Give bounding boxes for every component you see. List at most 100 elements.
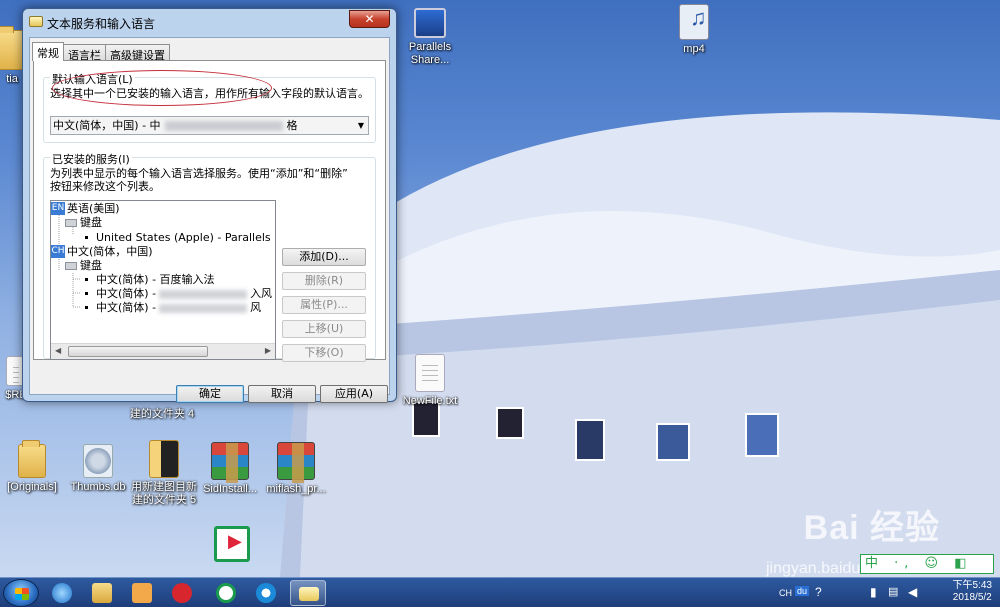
desktop-icon-app[interactable] bbox=[194, 526, 270, 565]
tab-advanced-key-settings[interactable]: 高级键设置 bbox=[105, 44, 170, 62]
desktop-icon-folder4[interactable]: 建的文件夹 4 bbox=[124, 408, 200, 421]
desktop-icon-mp4[interactable]: mp4 bbox=[656, 4, 732, 56]
video-app-icon bbox=[216, 583, 236, 603]
tree-item-label: 中文(简体) - bbox=[96, 287, 157, 300]
default-language-group: 默认输入语言(L) 选择其中一个已安装的输入语言，用作所有输入字段的默认语言。 … bbox=[43, 71, 376, 143]
folder-icon bbox=[18, 440, 46, 478]
keyboard-icon bbox=[299, 587, 319, 601]
cancel-button[interactable]: 取消 bbox=[248, 385, 316, 403]
move-up-button[interactable]: 上移(U) bbox=[282, 320, 366, 338]
desktop-icon-label: SidInstall... bbox=[203, 483, 257, 495]
start-button[interactable] bbox=[3, 579, 39, 607]
desktop-icon-folder5[interactable]: 用新建图目新 建的文件夹 5 bbox=[126, 440, 202, 507]
bullet-icon bbox=[85, 235, 88, 239]
tree-item-us-apple[interactable]: United States (Apple) - Parallels bbox=[85, 231, 271, 245]
blurred-text bbox=[159, 303, 248, 313]
installed-services-label: 已安装的服务(I) bbox=[50, 151, 132, 167]
folder-icon bbox=[92, 583, 112, 603]
lang-badge-ch: CH bbox=[51, 245, 65, 258]
apply-button[interactable]: 应用(A) bbox=[320, 385, 388, 403]
text-services-dialog: 文本服务和输入语言 ✕ 常规 语言栏 高级键设置 默认输入语言(L) 选择其中一… bbox=[22, 8, 397, 403]
desktop-icon-label: tia bbox=[6, 73, 18, 85]
media-file-icon bbox=[679, 4, 709, 40]
taskbar-netease-music[interactable] bbox=[164, 580, 200, 606]
tree-item-label: United States (Apple) - Parallels bbox=[96, 231, 271, 244]
bullet-icon bbox=[85, 277, 88, 281]
ok-button[interactable]: 确定 bbox=[176, 385, 244, 403]
tree-item-tail: 入风 bbox=[250, 287, 273, 300]
blurred-text bbox=[164, 121, 283, 131]
taskbar-ie[interactable] bbox=[44, 580, 80, 606]
tree-item-label: 英语(美国) bbox=[67, 202, 120, 215]
desktop-icon-sidinstall[interactable]: SidInstall... bbox=[192, 442, 268, 496]
default-language-value-suffix: 格 bbox=[286, 119, 298, 132]
tray-ime[interactable]: du bbox=[795, 586, 810, 596]
network-icon[interactable]: ▤ bbox=[888, 585, 898, 598]
bullet-icon bbox=[85, 305, 88, 309]
tree-item-keyboard-en[interactable]: 键盘 bbox=[65, 216, 102, 230]
tree-item-english[interactable]: EN 英语(美国) bbox=[51, 202, 120, 216]
blurred-text bbox=[159, 289, 248, 299]
dialog-titlebar[interactable]: 文本服务和输入语言 ✕ bbox=[23, 9, 396, 37]
tab-panel-general: 默认输入语言(L) 选择其中一个已安装的输入语言，用作所有输入字段的默认语言。 … bbox=[33, 60, 386, 362]
keyboard-icon bbox=[29, 16, 43, 27]
tree-item-chinese[interactable]: CH 中文(简体，中国) bbox=[51, 245, 153, 259]
tree-item-ime-2[interactable]: 中文(简体) - 入风 bbox=[85, 287, 272, 301]
desktop-icon-parallels[interactable]: Parallels Share... bbox=[392, 8, 468, 67]
tab-strip: 常规 语言栏 高级键设置 bbox=[32, 42, 170, 62]
remove-button[interactable]: 删除(R) bbox=[282, 272, 366, 290]
tab-language-bar[interactable]: 语言栏 bbox=[63, 44, 106, 62]
desktop-icon-thumbs[interactable]: Thumbs.db bbox=[60, 444, 136, 494]
video-app-icon bbox=[214, 526, 250, 562]
desktop-icon-label: miflash_pr... bbox=[266, 483, 326, 495]
desktop-icon-miflash[interactable]: miflash_pr... bbox=[258, 442, 334, 496]
tree-item-keyboard-ch[interactable]: 键盘 bbox=[65, 259, 102, 273]
installed-services-description: 为列表中显示的每个输入语言选择服务。使用“添加”和“删除” 按钮来修改这个列表。 bbox=[50, 167, 369, 193]
taskbar-text-services[interactable] bbox=[290, 580, 326, 606]
add-button[interactable]: 添加(D)... bbox=[282, 248, 366, 266]
dialog-title: 文本服务和输入语言 bbox=[47, 17, 156, 31]
tree-item-baidu-ime[interactable]: 中文(简体) - 百度输入法 bbox=[85, 273, 215, 287]
scroll-left-icon[interactable]: ◀ bbox=[55, 346, 61, 355]
clock-time: 下午5:43 bbox=[952, 580, 992, 591]
tab-general[interactable]: 常规 bbox=[32, 42, 64, 61]
scrollbar-thumb[interactable] bbox=[68, 346, 208, 357]
music-app-icon bbox=[172, 583, 192, 603]
default-language-select[interactable]: 中文(简体，中国) - 中 格 ▼ bbox=[50, 116, 369, 135]
desktop-icon-newfile[interactable]: NewFile.txt bbox=[392, 354, 468, 408]
close-button[interactable]: ✕ bbox=[349, 10, 390, 28]
ime-status-bar[interactable]: 中 ·, ☺ ◧ bbox=[860, 554, 994, 574]
lang-badge-en: EN bbox=[51, 202, 65, 215]
help-icon[interactable]: ? bbox=[815, 585, 822, 599]
desktop-icon-label: mp4 bbox=[683, 43, 705, 55]
installed-services-tree[interactable]: EN 英语(美国) 键盘 United States (Apple) - Para… bbox=[50, 200, 276, 360]
default-language-description: 选择其中一个已安装的输入语言，用作所有输入字段的默认语言。 bbox=[50, 87, 369, 100]
move-down-button[interactable]: 下移(O) bbox=[282, 344, 366, 362]
window-1 bbox=[496, 407, 524, 439]
properties-button[interactable]: 属性(P)... bbox=[282, 296, 366, 314]
taskbar-video-app[interactable] bbox=[208, 580, 244, 606]
keyboard-icon bbox=[65, 262, 77, 270]
internet-explorer-icon bbox=[52, 583, 72, 603]
battery-icon[interactable]: ▮ bbox=[870, 585, 877, 599]
taskbar-media-player[interactable] bbox=[124, 580, 160, 606]
folder-icon bbox=[149, 440, 179, 478]
watermark: Bai 经验 bbox=[804, 500, 940, 549]
clock-date: 2018/5/2 bbox=[952, 592, 992, 603]
monitor-icon bbox=[414, 8, 446, 38]
scroll-right-icon[interactable]: ▶ bbox=[265, 346, 271, 355]
desktop-icon-label: 用新建图目新 bbox=[131, 481, 197, 493]
tree-item-ime-3[interactable]: 中文(简体) - 风 bbox=[85, 301, 261, 315]
tree-horizontal-scrollbar[interactable]: ◀ ▶ bbox=[51, 343, 275, 359]
tray-language[interactable]: CH bbox=[779, 588, 792, 598]
default-language-value: 中文(简体，中国) - 中 bbox=[53, 119, 161, 132]
window-4 bbox=[745, 413, 779, 457]
chevron-down-icon: ▼ bbox=[357, 121, 364, 130]
installed-desc-line2: 按钮来修改这个列表。 bbox=[50, 180, 160, 193]
window-2 bbox=[575, 419, 605, 461]
volume-icon[interactable]: ◀ bbox=[908, 585, 917, 599]
tray-clock[interactable]: 下午5:43 2018/5/2 bbox=[953, 580, 992, 604]
taskbar-explorer[interactable] bbox=[84, 580, 120, 606]
tree-item-label: 键盘 bbox=[80, 259, 102, 272]
taskbar-browser[interactable] bbox=[248, 580, 284, 606]
